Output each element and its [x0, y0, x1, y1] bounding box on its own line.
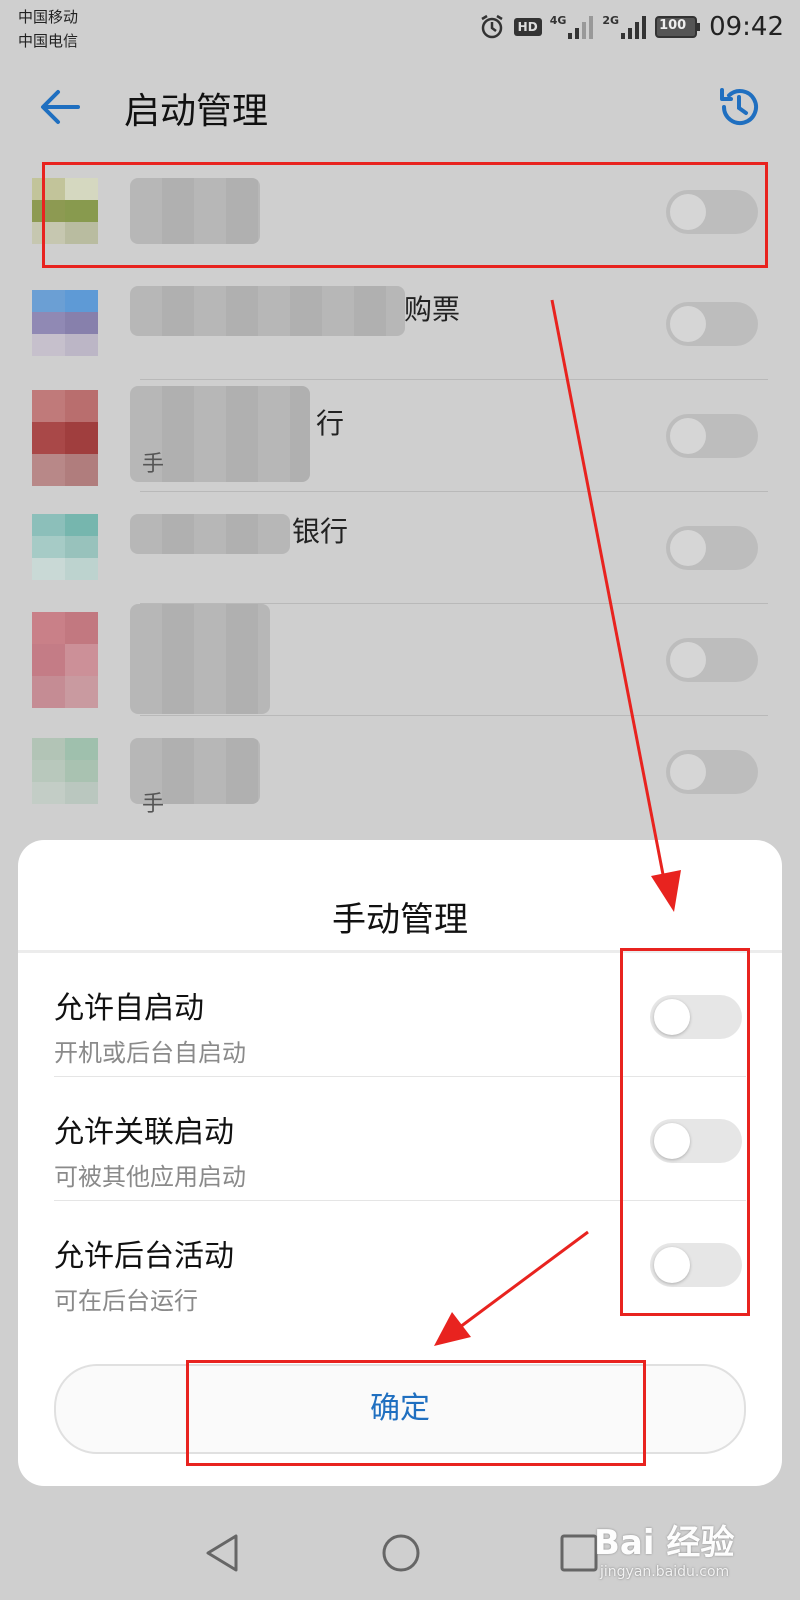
page-title: 启动管理: [124, 91, 269, 132]
app-name: 银行: [292, 515, 349, 548]
app-row[interactable]: [0, 604, 800, 716]
app-toggle[interactable]: [666, 750, 758, 794]
app-name-blurred: [130, 604, 270, 714]
dialog-title: 手动管理: [332, 900, 468, 940]
toggle-knob: [670, 642, 706, 678]
toggle-knob: [670, 754, 706, 790]
option-description: 可在后台运行: [54, 1287, 198, 1315]
option-description: 可被其他应用启动: [54, 1163, 246, 1191]
app-subtitle: 手: [142, 792, 165, 817]
network-2g-label: 2G: [602, 13, 620, 27]
app-icon: [32, 612, 98, 708]
option-label: 允许后台活动: [54, 1239, 234, 1274]
status-bar: 中国移动 中国电信 HD 4G 2G 100 09:42: [0, 0, 800, 56]
app-icon: [32, 738, 98, 804]
carrier-secondary: 中国电信: [18, 32, 79, 50]
toggle-knob: [670, 418, 706, 454]
app-row[interactable]: 银行: [0, 492, 800, 604]
app-icon: [32, 514, 98, 580]
clock: 09:42: [709, 12, 784, 42]
app-row[interactable]: 购票: [0, 268, 800, 380]
nav-home-icon[interactable]: [378, 1530, 424, 1576]
app-subtitle: 手: [142, 452, 165, 477]
toggle-knob: [670, 530, 706, 566]
network-4g-label: 4G: [549, 13, 567, 27]
option-label: 允许自启动: [54, 991, 204, 1026]
option-description: 开机或后台自启动: [54, 1039, 246, 1067]
watermark-logo: Bai 经验: [594, 1523, 735, 1563]
app-toggle[interactable]: [666, 414, 758, 458]
back-arrow-icon[interactable]: [36, 82, 86, 132]
history-icon[interactable]: [714, 82, 764, 132]
annotation-box-toggles: [620, 948, 750, 1316]
signal-icon: [621, 15, 647, 39]
app-row[interactable]: 行 手: [0, 380, 800, 492]
app-row[interactable]: 手: [0, 716, 800, 828]
battery-icon: 100: [655, 15, 701, 39]
app-icon: [32, 390, 98, 486]
alarm-icon: [478, 13, 506, 41]
title-bar: 启动管理: [0, 60, 800, 154]
app-toggle[interactable]: [666, 526, 758, 570]
app-toggle[interactable]: [666, 638, 758, 682]
app-name-blurred: [130, 514, 290, 554]
toggle-knob: [670, 306, 706, 342]
signal-icon: [568, 15, 594, 39]
app-icon: [32, 290, 98, 356]
app-name: 购票: [404, 293, 461, 326]
nav-back-icon[interactable]: [200, 1530, 246, 1576]
battery-level: 100: [659, 18, 687, 33]
carrier-primary: 中国移动: [18, 8, 79, 26]
watermark-url: jingyan.baidu.com: [600, 1564, 730, 1580]
app-name-blurred: [130, 286, 405, 336]
annotation-box-confirm: [186, 1360, 646, 1466]
annotation-box-first-app: [42, 162, 768, 268]
app-toggle[interactable]: [666, 302, 758, 346]
app-name: 行: [316, 407, 345, 440]
hd-badge: HD: [513, 18, 542, 36]
option-label: 允许关联启动: [54, 1115, 234, 1150]
watermark: Bai 经验 jingyan.baidu.com: [594, 1515, 764, 1587]
